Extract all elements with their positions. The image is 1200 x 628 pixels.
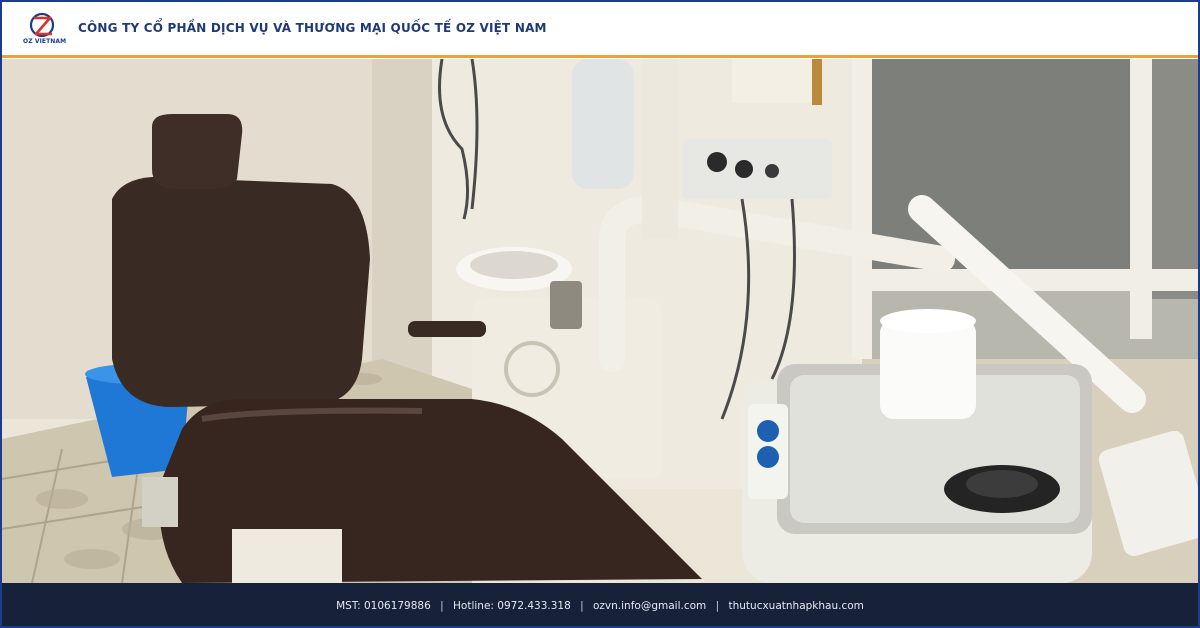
page-frame — [0, 0, 1200, 628]
